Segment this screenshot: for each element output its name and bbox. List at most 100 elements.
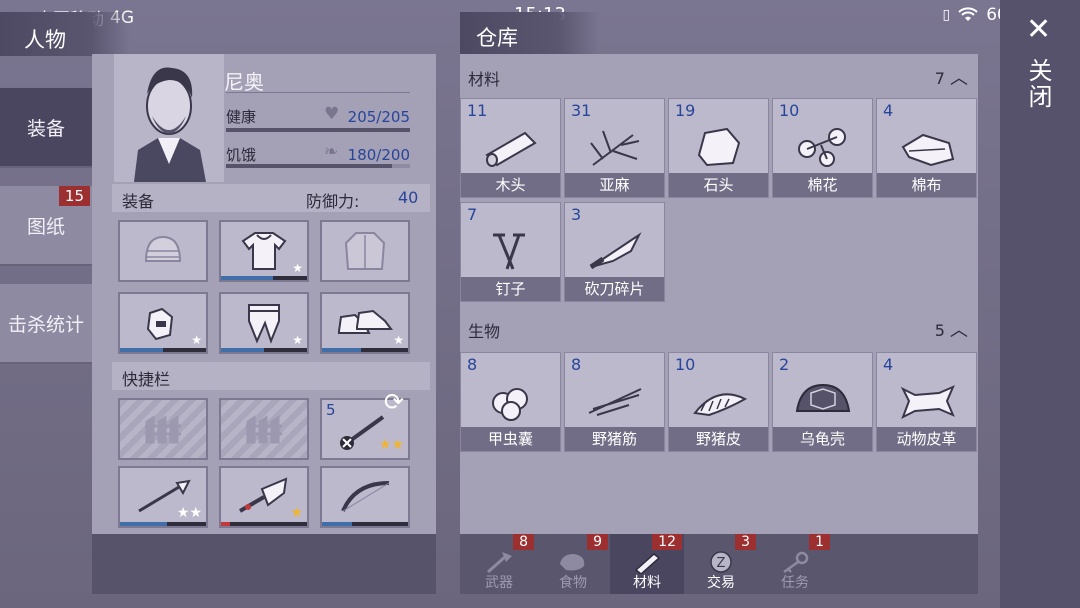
durability-fill (221, 522, 230, 526)
name-divider (226, 92, 410, 93)
durability-fill (221, 348, 264, 352)
close-button[interactable]: 关闭 (1024, 58, 1056, 110)
tab-weapons[interactable]: 8 武器 (462, 534, 536, 594)
quickbar-row-band: 快捷栏 (112, 362, 430, 390)
item-count: 10 (779, 101, 800, 120)
tab-materials[interactable]: 12 材料 (610, 534, 684, 594)
item-creature-4[interactable]: 2 乌龟壳 (772, 352, 873, 452)
tab-trade[interactable]: Z 3 交易 (684, 534, 758, 594)
meat-icon (560, 554, 585, 571)
item-count: 31 (571, 101, 592, 120)
item-creature-1[interactable]: 8 甲虫囊 (460, 352, 561, 452)
gloves-icon (146, 307, 174, 341)
star-rating: ★★ (378, 437, 404, 453)
star-rating: ★ (292, 333, 303, 347)
item-creature-2[interactable]: 8 野猪筋 (564, 352, 665, 452)
equip-slot-gloves[interactable]: ★ (118, 292, 208, 354)
shirt-icon (241, 232, 287, 270)
fence-icon (246, 415, 282, 444)
defense-label: 防御力: (306, 192, 360, 211)
side-tab-kill-stats[interactable]: 击杀统计 (0, 284, 92, 364)
quick-slot-3[interactable]: 5 ⟳ ★★ (320, 388, 410, 460)
defense-value: 40 (398, 188, 419, 207)
side-tab-blueprints[interactable]: 图纸 15 (0, 186, 92, 266)
materials-count: 7 ︿ (935, 64, 968, 90)
coin-icon: Z (710, 551, 732, 573)
equip-slot-jacket[interactable] (320, 220, 410, 282)
chevron-up-icon[interactable]: ︿ (950, 320, 968, 341)
equip-slot-hat[interactable] (118, 220, 208, 282)
side-tab-equipment[interactable]: 装备 (0, 88, 92, 168)
tab-label: 武器 (485, 575, 513, 591)
jacket-icon (344, 232, 386, 270)
creatures-section-header[interactable]: 生物 5 ︿ (460, 310, 978, 344)
boar-sinew-icon (588, 388, 641, 416)
cloth-icon (901, 133, 954, 167)
beetle-sac-icon (491, 388, 528, 421)
equip-slot-shirt[interactable]: ★ (219, 220, 309, 282)
equip-slot-shoes[interactable]: ★ (320, 292, 410, 354)
shoes-icon (338, 309, 393, 334)
tab-badge: 8 (513, 534, 534, 550)
leather-icon (900, 385, 955, 420)
durability-bar (322, 348, 408, 352)
tab-label: 交易 (707, 575, 735, 591)
creatures-label: 生物 (468, 322, 501, 341)
svg-text:Z: Z (717, 556, 726, 571)
swap-icon[interactable]: ⟳ (384, 388, 404, 416)
quick-slot-2[interactable] (219, 398, 309, 460)
item-material-3[interactable]: 19 石头 (668, 98, 769, 198)
quick-slot-4[interactable]: ★★ (118, 466, 208, 528)
item-count: 8 (467, 355, 478, 374)
quick-slot-5[interactable]: ★ (219, 466, 309, 528)
item-material-7[interactable]: 3 砍刀碎片 (564, 202, 665, 302)
item-name: 野猪筋 (565, 427, 664, 451)
hat-icon (144, 235, 182, 262)
hunger-value: 180/200 (347, 146, 410, 164)
item-material-2[interactable]: 31 亚麻 (564, 98, 665, 198)
flax-icon (589, 130, 639, 166)
bow-icon (341, 481, 390, 512)
item-material-4[interactable]: 10 棉花 (772, 98, 873, 198)
log-icon (484, 131, 537, 167)
tab-badge: 12 (652, 534, 682, 550)
item-count: 2 (779, 355, 790, 374)
star-rating: ★ (290, 505, 303, 521)
key-icon (783, 551, 809, 574)
quick-slot-1[interactable] (118, 398, 208, 460)
item-creature-3[interactable]: 10 野猪皮 (668, 352, 769, 452)
star-rating: ★ (393, 333, 404, 347)
quick-slot-6[interactable] (320, 466, 410, 528)
durability-bar (120, 348, 206, 352)
item-count: 19 (675, 101, 696, 120)
fence-icon (145, 415, 181, 444)
tab-label: 任务 (781, 575, 809, 591)
nails-icon (492, 233, 525, 270)
axe-icon (487, 552, 512, 574)
item-name: 动物皮革 (877, 427, 976, 451)
star-rating: ★ (292, 261, 303, 275)
character-section-title: 人物 (24, 28, 66, 52)
durability-bar (221, 522, 307, 526)
equip-slot-pants[interactable]: ★ (219, 292, 309, 354)
durability-bar (221, 348, 307, 352)
tab-food[interactable]: 9 食物 (536, 534, 610, 594)
side-tab-label: 图纸 (26, 215, 65, 238)
item-count: 3 (571, 205, 582, 224)
close-icon[interactable]: ✕ (1026, 12, 1051, 47)
tab-quests[interactable]: 1 任务 (758, 534, 832, 594)
item-material-1[interactable]: 11 木头 (460, 98, 561, 198)
item-count: 7 (467, 205, 478, 224)
item-material-5[interactable]: 4 棉布 (876, 98, 977, 198)
creatures-count-value: 5 (934, 321, 945, 340)
item-creature-5[interactable]: 4 动物皮革 (876, 352, 977, 452)
cotton-icon (797, 128, 846, 167)
pants-icon (248, 304, 280, 344)
materials-section-header[interactable]: 材料 7 ︿ (460, 58, 978, 92)
item-count: 8 (571, 355, 582, 374)
durability-fill (120, 348, 163, 352)
stone-icon (697, 127, 740, 167)
chevron-up-icon[interactable]: ︿ (950, 68, 968, 89)
item-material-6[interactable]: 7 钉子 (460, 202, 561, 302)
hunger-label: 饥饿 (226, 146, 257, 164)
